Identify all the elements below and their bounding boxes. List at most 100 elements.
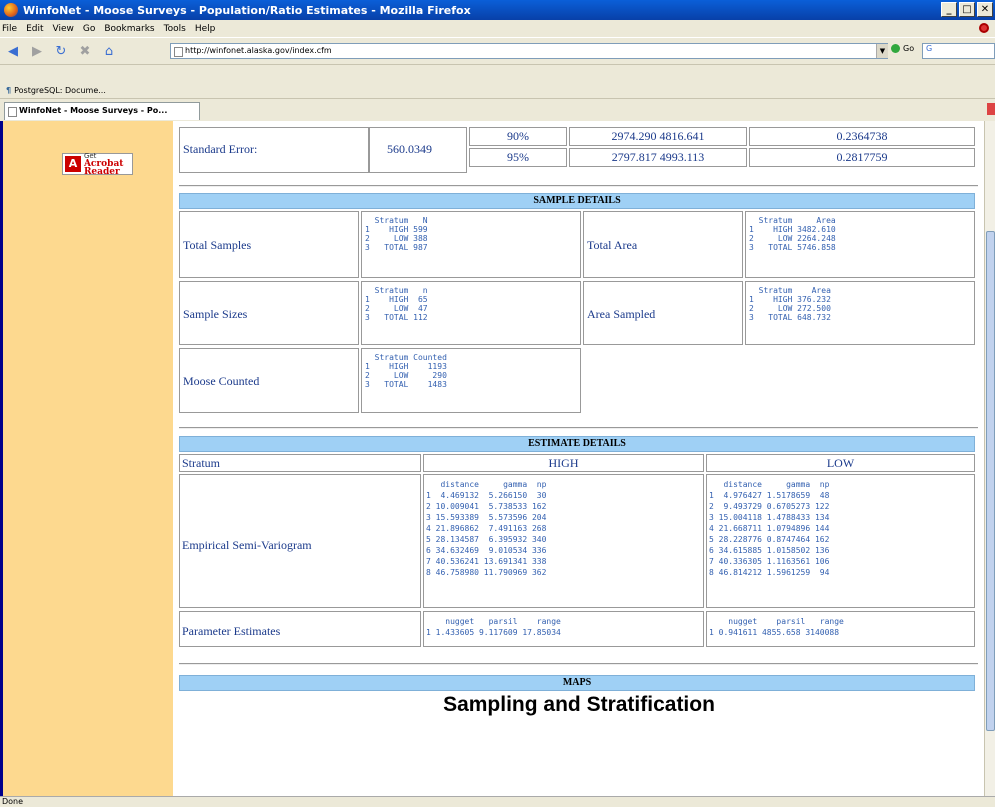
moose-counted-label-cell: Moose Counted xyxy=(179,348,359,413)
stop-icon[interactable]: ✖ xyxy=(76,42,94,60)
acrobat-reader-link[interactable]: A Get Acrobat Reader xyxy=(62,152,133,177)
menu-bar: File Edit View Go Bookmarks Tools Help xyxy=(0,20,995,37)
reload-icon[interactable]: ↻ xyxy=(52,42,70,60)
param-high-cell: nugget parsil range 1 1.433605 9.117609 … xyxy=(423,611,704,647)
go-button[interactable]: Go xyxy=(891,44,914,53)
total-area-label: Total Area xyxy=(587,238,638,252)
se-label: Standard Error: xyxy=(183,142,258,156)
bookmarks-toolbar: ¶ PostgreSQL: Docume... xyxy=(0,82,995,99)
menu-edit[interactable]: Edit xyxy=(26,24,43,34)
stratum-high-cell: HIGH xyxy=(423,454,704,472)
adobe-icon: A xyxy=(65,156,81,172)
param-high-table: nugget parsil range 1 1.433605 9.117609 … xyxy=(426,617,561,637)
variogram-low-table: distance gamma np 1 4.976427 1.5178659 4… xyxy=(709,480,830,577)
title-bar: WinfoNet - Moose Surveys - Population/Ra… xyxy=(0,0,995,20)
ci-90-ratio: 0.2364738 xyxy=(749,127,975,146)
area-sampled-label-cell: Area Sampled xyxy=(583,281,743,345)
stratum-low-cell: LOW xyxy=(706,454,975,472)
browser-window: WinfoNet - Moose Surveys - Population/Ra… xyxy=(0,0,995,807)
param-label-cell: Parameter Estimates xyxy=(179,611,421,647)
bookmark-postgresql[interactable]: PostgreSQL: Docume... xyxy=(14,86,106,95)
scrollbar-thumb[interactable] xyxy=(986,231,995,731)
menu-view[interactable]: View xyxy=(53,24,74,34)
se-label-cell: Standard Error: xyxy=(179,127,369,173)
postgresql-icon: ¶ xyxy=(6,85,12,95)
variogram-low-cell: distance gamma np 1 4.976427 1.5178659 4… xyxy=(706,474,975,608)
sidebar xyxy=(0,121,173,796)
divider xyxy=(179,427,978,429)
status-text: Done xyxy=(2,797,24,806)
area-sampled-label: Area Sampled xyxy=(587,307,656,321)
status-bar: Done xyxy=(0,796,995,807)
variogram-high-table: distance gamma np 1 4.469132 5.266150 30… xyxy=(426,480,547,577)
vertical-scrollbar[interactable] xyxy=(984,121,995,796)
divider xyxy=(179,663,978,665)
maps-header: MAPS xyxy=(179,675,975,691)
param-label: Parameter Estimates xyxy=(182,624,281,638)
total-samples-label-cell: Total Samples xyxy=(179,211,359,278)
home-icon[interactable]: ⌂ xyxy=(100,42,118,60)
stratum-high: HIGH xyxy=(548,456,579,470)
go-label: Go xyxy=(903,44,915,53)
total-samples-table-cell: Stratum N 1 HIGH 599 2 LOW 388 3 TOTAL 9… xyxy=(361,211,581,278)
search-icon: G xyxy=(926,44,933,53)
variogram-label-cell: Empirical Semi-Variogram xyxy=(179,474,421,608)
moose-counted-label: Moose Counted xyxy=(183,374,260,388)
sample-details-header: SAMPLE DETAILS xyxy=(179,193,975,209)
total-samples-table: Stratum N 1 HIGH 599 2 LOW 388 3 TOTAL 9… xyxy=(365,216,428,252)
estimate-details-header: ESTIMATE DETAILS xyxy=(179,436,975,452)
param-low-table: nugget parsil range 1 0.941611 4855.658 … xyxy=(709,617,844,637)
variogram-label: Empirical Semi-Variogram xyxy=(182,538,312,552)
page-content: A Get Acrobat Reader Standard Error: 560… xyxy=(0,121,984,796)
tab-close-icon[interactable] xyxy=(987,103,995,115)
firefox-icon xyxy=(4,3,18,17)
url-input[interactable]: http://winfonet.alaska.gov/index.cfm xyxy=(170,43,888,59)
menu-file[interactable]: File xyxy=(2,24,17,34)
sample-sizes-label-cell: Sample Sizes xyxy=(179,281,359,345)
search-input[interactable]: G xyxy=(922,43,995,59)
total-area-table: Stratum Area 1 HIGH 3482.610 2 LOW 2264.… xyxy=(749,216,836,252)
back-icon[interactable]: ◀ xyxy=(4,42,22,60)
total-area-table-cell: Stratum Area 1 HIGH 3482.610 2 LOW 2264.… xyxy=(745,211,975,278)
stratum-label-cell: Stratum xyxy=(179,454,421,472)
sample-sizes-table-cell: Stratum n 1 HIGH 65 2 LOW 47 3 TOTAL 112 xyxy=(361,281,581,345)
stratum-low: LOW xyxy=(826,456,855,470)
tab-bar: WinfoNet - Moose Surveys - Po... xyxy=(0,100,995,120)
ci-90-pct: 90% xyxy=(469,127,567,146)
menu-tools[interactable]: Tools xyxy=(164,24,186,34)
se-value-cell: 560.0349 xyxy=(369,127,467,173)
menu-bookmarks[interactable]: Bookmarks xyxy=(104,24,154,34)
ci-95-pct: 95% xyxy=(469,148,567,167)
go-icon xyxy=(891,44,900,53)
window-title: WinfoNet - Moose Surveys - Population/Ra… xyxy=(23,3,471,17)
main-panel: Standard Error: 560.0349 90% 2974.290 48… xyxy=(176,121,982,796)
maximize-button[interactable]: □ xyxy=(959,2,975,17)
left-border xyxy=(0,121,3,796)
area-sampled-table: Stratum Area 1 HIGH 376.232 2 LOW 272.50… xyxy=(749,286,831,322)
menu-go[interactable]: Go xyxy=(83,24,95,34)
sample-sizes-label: Sample Sizes xyxy=(183,307,248,321)
variogram-high-cell: distance gamma np 1 4.469132 5.266150 30… xyxy=(423,474,704,608)
maps-title: Sampling and Stratification xyxy=(443,693,715,716)
total-area-label-cell: Total Area xyxy=(583,211,743,278)
menu-help[interactable]: Help xyxy=(195,24,216,34)
param-low-cell: nugget parsil range 1 0.941611 4855.658 … xyxy=(706,611,975,647)
total-samples-label: Total Samples xyxy=(183,238,252,252)
forward-icon[interactable]: ▶ xyxy=(28,42,46,60)
sample-sizes-table: Stratum n 1 HIGH 65 2 LOW 47 3 TOTAL 112 xyxy=(365,286,428,322)
ci-95-interval: 2797.817 4993.113 xyxy=(569,148,747,167)
moose-counted-table-cell: Stratum Counted 1 HIGH 1193 2 LOW 290 3 … xyxy=(361,348,581,413)
divider xyxy=(179,185,978,187)
minimize-button[interactable]: _ xyxy=(941,2,957,17)
se-value: 560.0349 xyxy=(387,142,432,156)
tab-winfonet[interactable]: WinfoNet - Moose Surveys - Po... xyxy=(4,102,200,120)
close-button[interactable]: ✕ xyxy=(977,2,993,17)
ci-95-ratio: 0.2817759 xyxy=(749,148,975,167)
area-sampled-table-cell: Stratum Area 1 HIGH 376.232 2 LOW 272.50… xyxy=(745,281,975,345)
moose-counted-table: Stratum Counted 1 HIGH 1193 2 LOW 290 3 … xyxy=(365,353,447,389)
ci-90-interval: 2974.290 4816.641 xyxy=(569,127,747,146)
throbber-icon xyxy=(979,23,989,33)
stratum-label: Stratum xyxy=(182,456,220,470)
url-dropdown-icon[interactable]: ▼ xyxy=(876,44,888,58)
acrobat-reader: Reader xyxy=(83,167,120,177)
